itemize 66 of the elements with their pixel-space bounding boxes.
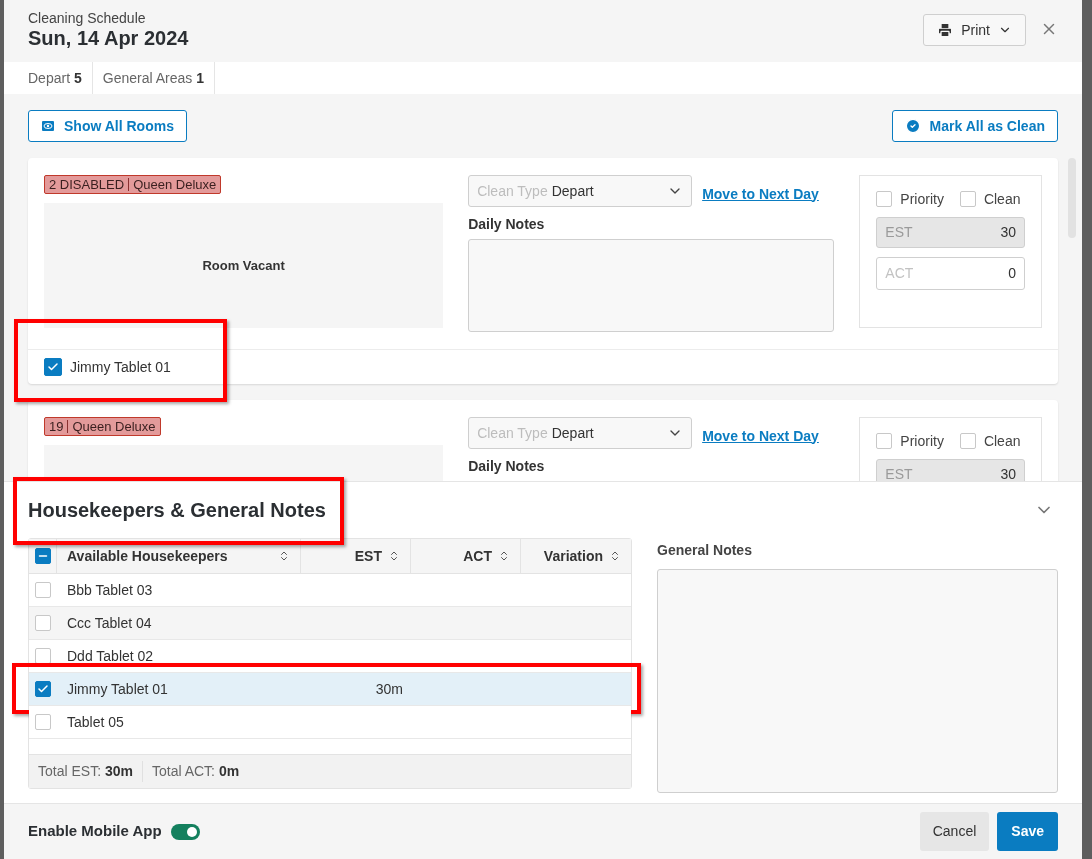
checkbox[interactable] [876,433,893,449]
show-all-rooms-button[interactable]: Show All Rooms [28,110,187,142]
room-status: Room Vacant [202,256,285,275]
table-cell-text: 30m [374,679,404,699]
move-to-next-day-link[interactable]: Move to Next Day [702,425,819,447]
daily-notes-label: Daily Notes [468,215,546,234]
sort-icon [498,549,510,563]
checkbox-label: Clean [983,431,1021,451]
table-cell-text: Jimmy Tablet 01 [66,679,169,699]
tab[interactable]: General Areas 1 [92,62,216,94]
modal-subtitle: Cleaning Schedule [28,10,147,26]
table-cell-text: Bbb Tablet 03 [66,580,154,600]
table-cell-text: Ddd Tablet 02 [66,646,155,666]
checkbox[interactable] [35,615,51,631]
general-notes-field[interactable] [657,569,1058,793]
checkbox[interactable] [44,358,62,376]
check-circle-icon [904,118,921,134]
clean-type-select[interactable]: Clean Type Depart [468,417,693,449]
table-cell-text: Ccc Tablet 04 [66,613,153,633]
column-header[interactable]: Variation [521,539,631,573]
housekeeper-name: Jimmy Tablet 01 [70,357,171,377]
est-field: EST 30 [876,217,1025,248]
act-field[interactable]: ACT 0 [876,257,1025,290]
sort-icon [388,549,400,563]
printer-icon [937,22,954,38]
column-header[interactable]: ACT [411,539,521,573]
checkbox-label: Priority [900,189,944,209]
column-header[interactable]: Available Housekeepers [57,539,301,573]
room-number: 19 [49,420,69,433]
checkbox[interactable] [35,648,51,664]
save-button[interactable]: Save [997,812,1058,851]
checkbox[interactable] [876,191,893,207]
room-number: 2 DISABLED [49,178,130,191]
check-icon [37,683,49,695]
total-text: Total EST: 30m [29,761,143,782]
room-type: Queen Deluxe [71,420,156,433]
checkbox[interactable] [35,582,51,598]
est-field: EST 30 [876,459,1025,481]
checkbox-label: Priority [900,431,944,451]
checkbox[interactable] [959,191,976,207]
daily-notes-label: Daily Notes [468,457,546,476]
section-title: Housekeepers & General Notes [28,499,326,521]
checkbox[interactable] [35,714,51,730]
mobile-app-label: Enable Mobile App [28,821,162,842]
mobile-app-toggle[interactable] [170,823,200,840]
sort-icon [278,549,290,563]
general-notes-label: General Notes [657,541,753,560]
select-all-checkbox[interactable] [34,548,51,564]
print-button[interactable]: Print [923,14,1026,46]
total-text: Total ACT: 0m [150,762,241,781]
column-header[interactable]: EST [301,539,411,573]
daily-notes-field[interactable] [468,239,835,332]
move-to-next-day-link[interactable]: Move to Next Day [702,183,819,205]
sort-icon [609,549,621,563]
mark-all-clean-button[interactable]: Mark All as Clean [891,110,1058,142]
tab[interactable]: Depart 5 [4,62,93,94]
eye-icon [41,119,55,133]
cancel-button[interactable]: Cancel [919,812,990,851]
table-cell-text: Tablet 05 [66,712,125,732]
modal-title: Sun, 14 Apr 2024 [28,26,189,50]
checkbox-label: Clean [983,189,1021,209]
clean-type-select[interactable]: Clean Type Depart [468,175,693,207]
room-type: Queen Deluxe [132,178,217,191]
check-icon [47,361,59,373]
checkbox[interactable] [959,433,976,449]
checkbox[interactable] [35,681,51,697]
